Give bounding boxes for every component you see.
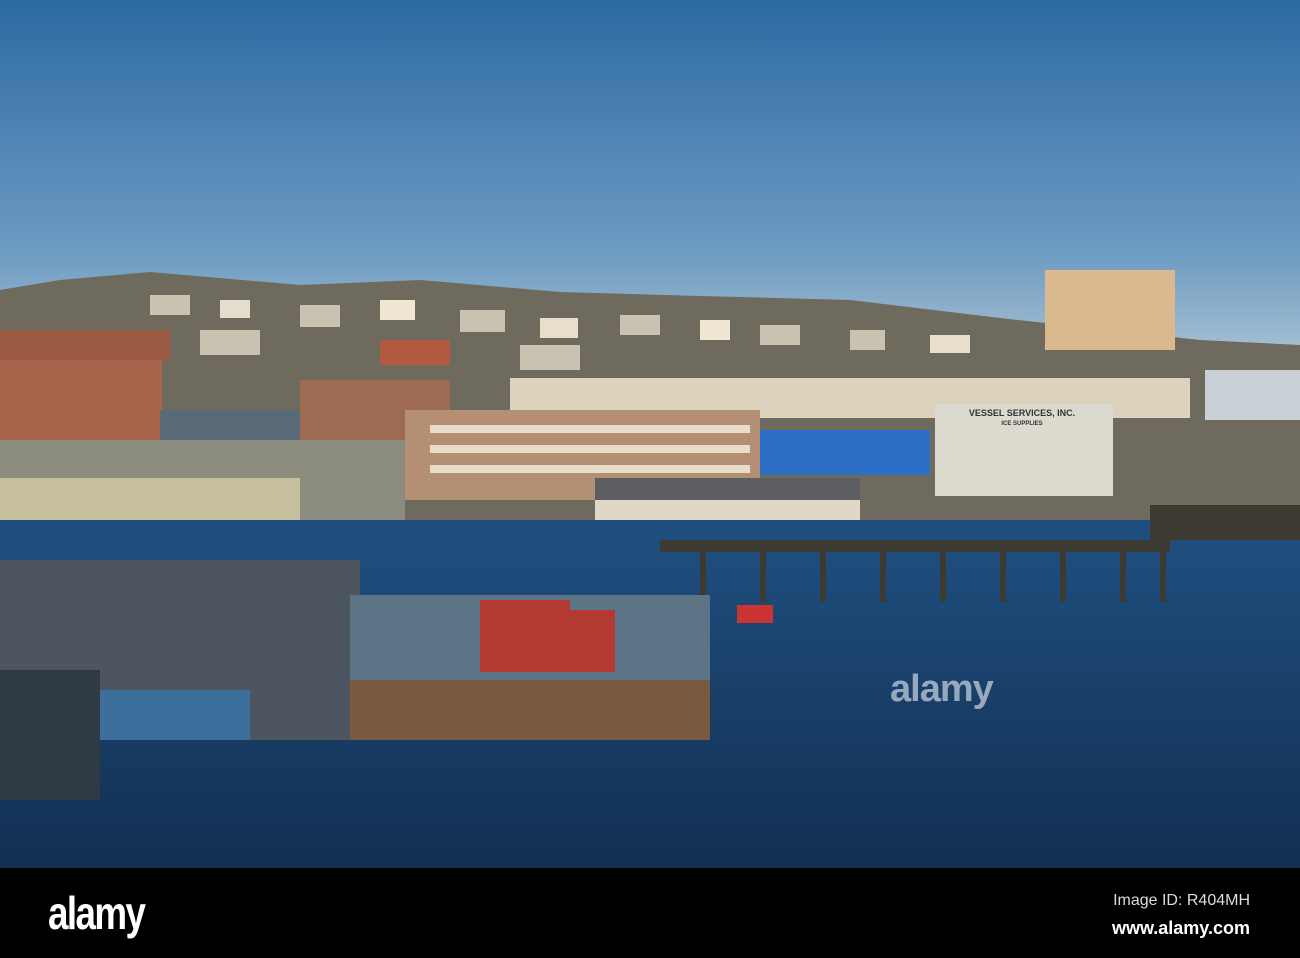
stock-photo: VESSEL SERVICES, INC. ICE SUPPLIES alamy… [0,0,1300,958]
alamy-logo: alamy [48,887,146,939]
red-boat [480,600,570,672]
blue-ship [760,430,930,475]
fishing-boat [100,690,250,740]
website-link[interactable]: www.alamy.com [1112,918,1250,939]
image-id: Image ID: R404MH [1113,892,1250,909]
red-boat-2 [570,610,615,672]
harbor-photo: VESSEL SERVICES, INC. ICE SUPPLIES [0,0,1300,868]
watermark: alamy [890,668,994,710]
brick-building [0,360,162,440]
sign-sub: ICE SUPPLIES [1001,421,1042,427]
footer-bar: alamy Image ID: R404MH www.alamy.com [0,868,1300,958]
tower-building [1045,270,1175,350]
sign-main: VESSEL SERVICES, INC. [969,408,1075,418]
